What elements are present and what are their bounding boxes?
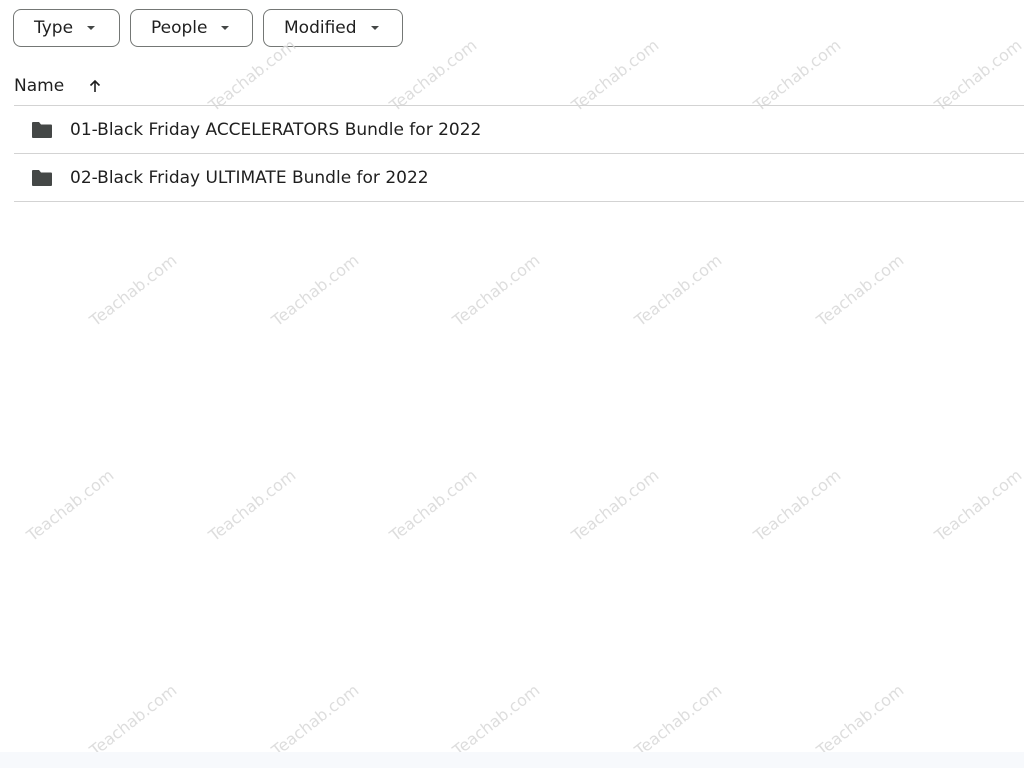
list-header: Name <box>14 66 1024 106</box>
list-item[interactable]: 01-Black Friday ACCELERATORS Bundle for … <box>14 106 1024 154</box>
drive-file-list-page: Type People Modified Name 01-Black Frida… <box>0 0 1024 768</box>
watermark: Teachab.com <box>813 680 908 760</box>
watermark: Teachab.com <box>750 465 845 545</box>
type-filter-label: Type <box>34 18 74 38</box>
folder-icon <box>31 121 53 139</box>
watermark: Teachab.com <box>813 250 908 330</box>
watermark: Teachab.com <box>205 465 300 545</box>
caret-down-icon <box>87 26 96 30</box>
watermark: Teachab.com <box>386 465 481 545</box>
watermark: Teachab.com <box>449 250 544 330</box>
filter-chips: Type People Modified <box>13 9 403 47</box>
watermark: Teachab.com <box>931 465 1024 545</box>
watermark: Teachab.com <box>86 250 181 330</box>
watermark: Teachab.com <box>86 680 181 760</box>
name-column-header[interactable]: Name <box>14 76 64 96</box>
watermark: Teachab.com <box>268 680 363 760</box>
item-name: 02-Black Friday ULTIMATE Bundle for 2022 <box>70 167 429 188</box>
caret-down-icon <box>370 26 379 30</box>
watermark: Teachab.com <box>449 680 544 760</box>
watermark: Teachab.com <box>23 465 118 545</box>
caret-down-icon <box>221 26 230 30</box>
folder-icon <box>31 169 53 187</box>
modified-filter-label: Modified <box>284 18 357 38</box>
watermark: Teachab.com <box>631 680 726 760</box>
people-filter-label: People <box>151 18 208 38</box>
type-filter-button[interactable]: Type <box>13 9 120 47</box>
people-filter-button[interactable]: People <box>130 9 253 47</box>
modified-filter-button[interactable]: Modified <box>263 9 403 47</box>
watermark: Teachab.com <box>268 250 363 330</box>
item-name: 01-Black Friday ACCELERATORS Bundle for … <box>70 119 482 140</box>
watermark: Teachab.com <box>568 465 663 545</box>
list-item[interactable]: 02-Black Friday ULTIMATE Bundle for 2022 <box>14 154 1024 202</box>
arrow-up-icon[interactable] <box>88 79 102 93</box>
file-list: 01-Black Friday ACCELERATORS Bundle for … <box>14 106 1024 202</box>
watermark: Teachab.com <box>631 250 726 330</box>
bottom-strip <box>0 752 1024 768</box>
